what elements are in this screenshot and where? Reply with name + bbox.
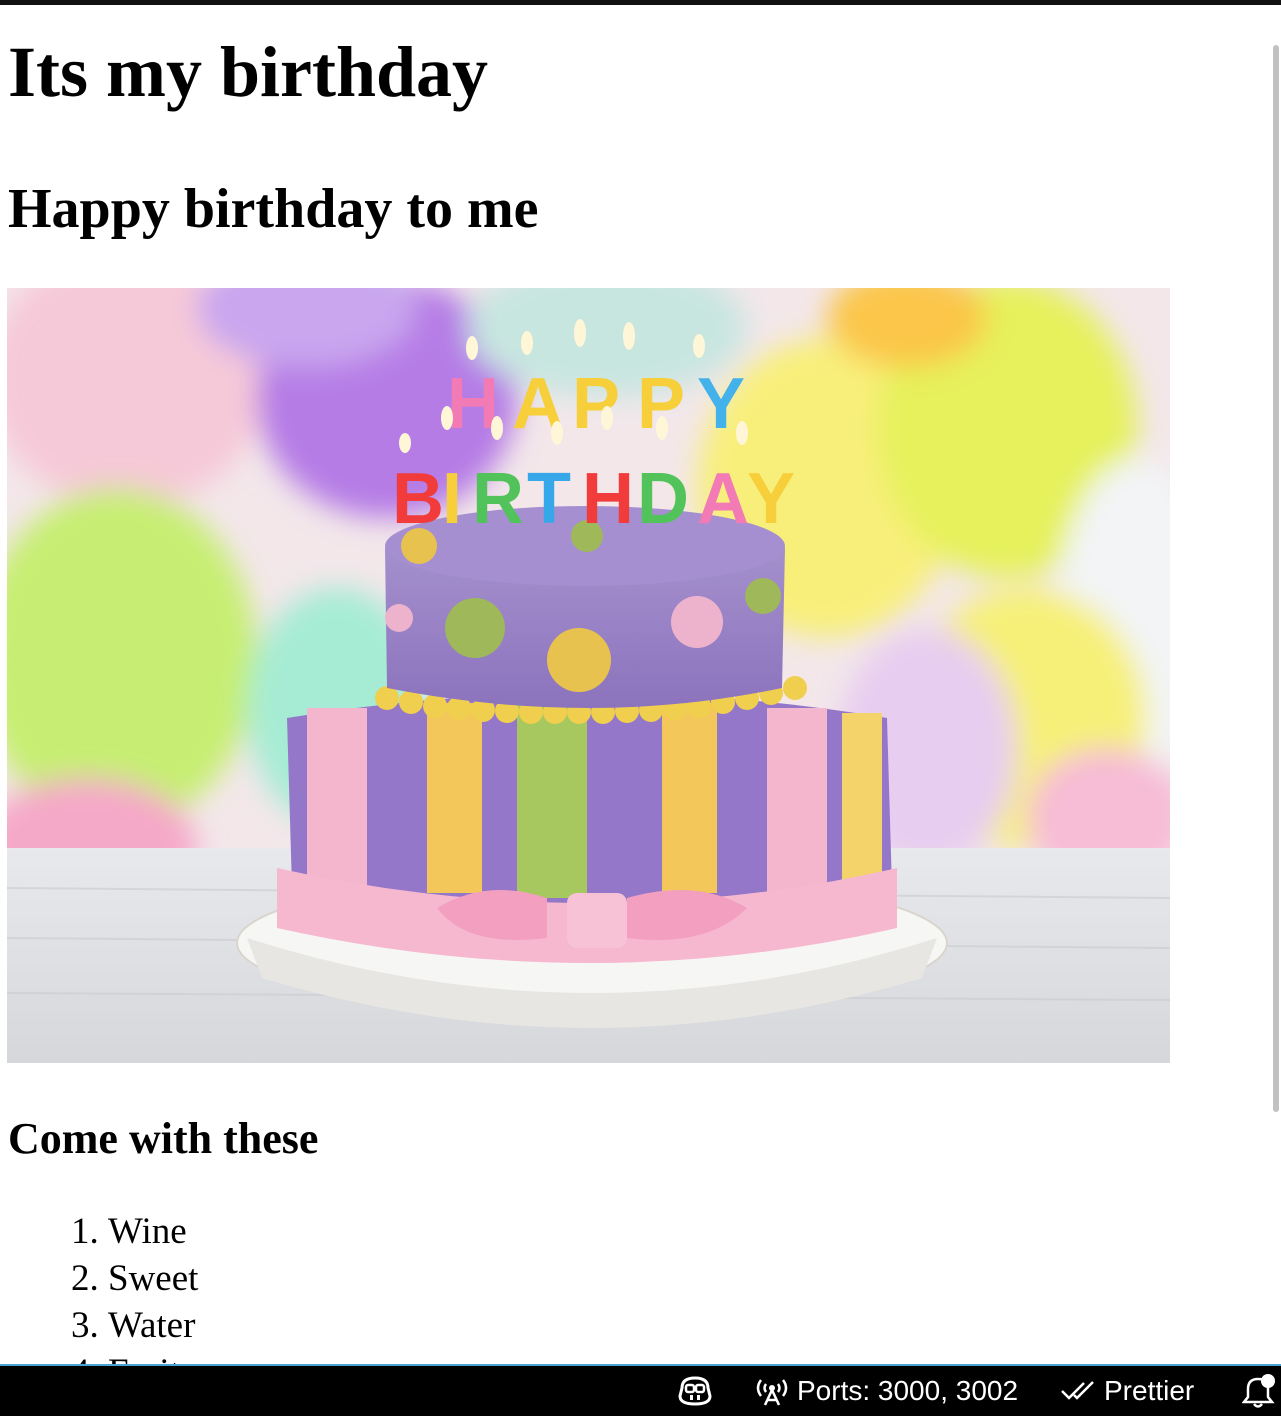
vertical-scrollbar[interactable] <box>1271 5 1281 1364</box>
svg-text:R: R <box>472 459 524 539</box>
page-subheading: Happy birthday to me <box>8 178 539 240</box>
birthday-cake-image: H A P P Y B I R T H D A Y <box>7 288 1170 1063</box>
page-content: Its my birthday Happy birthday to me H A… <box>0 5 1271 1364</box>
svg-text:D: D <box>637 459 689 539</box>
svg-text:A: A <box>697 459 749 539</box>
svg-text:H: H <box>447 364 499 444</box>
double-check-icon <box>1060 1379 1096 1403</box>
ports-label: Ports: 3000, 3002 <box>797 1375 1019 1406</box>
list-item: Fruits <box>108 1349 198 1364</box>
copilot-icon <box>676 1374 714 1408</box>
list-heading: Come with these <box>8 1114 319 1163</box>
notifications-button[interactable] <box>1242 1366 1276 1416</box>
svg-text:P: P <box>572 364 620 444</box>
copilot-button[interactable] <box>676 1366 714 1416</box>
bell-icon <box>1242 1373 1276 1409</box>
page-heading: Its my birthday <box>8 32 489 112</box>
list-item: Wine <box>108 1208 198 1255</box>
svg-text:Y: Y <box>747 459 795 539</box>
svg-text:I: I <box>442 459 462 539</box>
status-bar: Ports: 3000, 3002 Prettier <box>0 1364 1281 1416</box>
list-item: Sweet <box>108 1255 198 1302</box>
prettier-label: Prettier <box>1104 1375 1195 1406</box>
svg-text:B: B <box>392 459 444 539</box>
prettier-button[interactable]: Prettier <box>1060 1366 1194 1416</box>
items-list: Wine Sweet Water Fruits <box>0 1208 198 1364</box>
svg-text:T: T <box>527 459 571 539</box>
ports-button[interactable]: Ports: 3000, 3002 <box>755 1366 1018 1416</box>
list-item: Water <box>108 1302 198 1349</box>
scrollbar-thumb[interactable] <box>1273 45 1279 1112</box>
svg-text:H: H <box>582 459 634 539</box>
broadcast-icon <box>755 1376 789 1406</box>
